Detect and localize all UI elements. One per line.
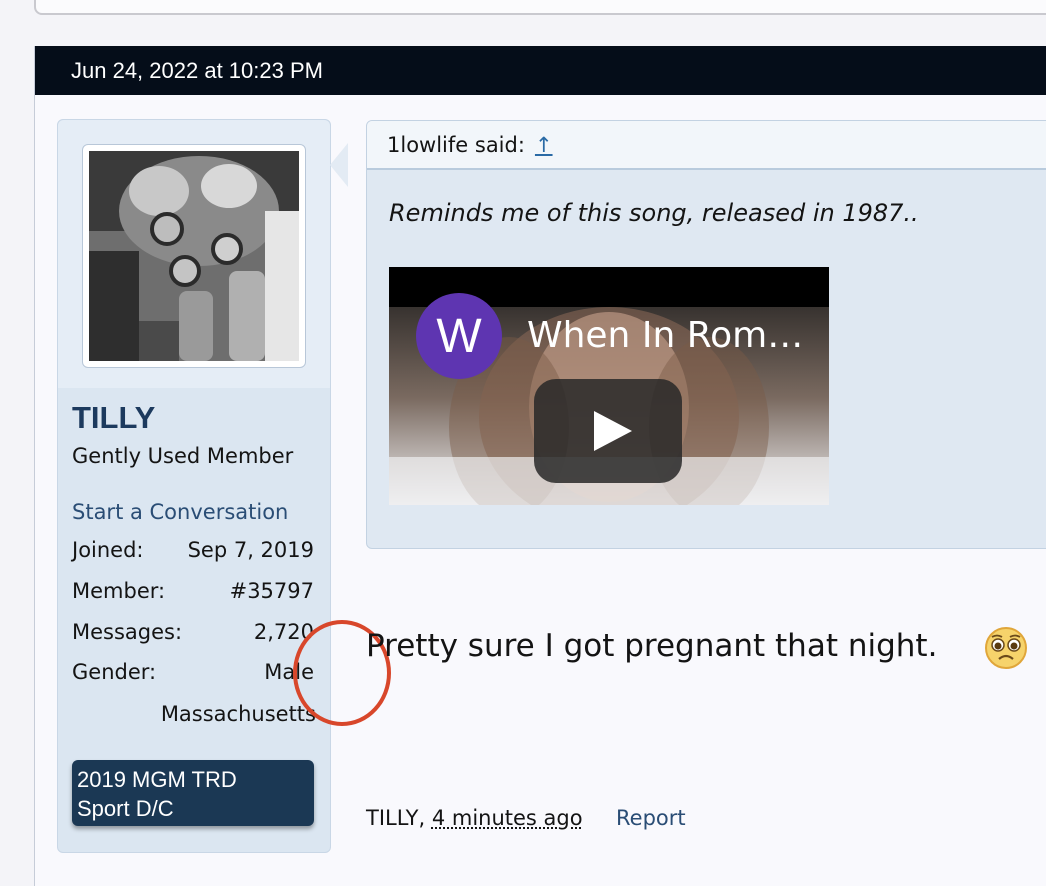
stat-value[interactable]: #35797 bbox=[230, 579, 314, 603]
user-location: Massachusetts bbox=[161, 702, 316, 726]
stat-messages: Messages: 2,720 bbox=[72, 620, 314, 644]
play-button[interactable] bbox=[534, 379, 682, 483]
stat-label: Joined: bbox=[72, 538, 144, 562]
quote-header: 1lowlife said: ↑ bbox=[367, 121, 1046, 170]
stat-value: Sep 7, 2019 bbox=[188, 538, 314, 562]
banner-line: Sport D/C bbox=[77, 794, 309, 823]
post-date-header: Jun 24, 2022 at 10:23 PM bbox=[35, 46, 1046, 95]
avatar-holder bbox=[58, 120, 330, 388]
quote-block: 1lowlife said: ↑ Reminds me of this song… bbox=[366, 120, 1046, 549]
stat-gender: Gender: Male bbox=[72, 660, 314, 684]
quote-author: 1lowlife said: bbox=[387, 133, 525, 157]
stat-label: Gender: bbox=[72, 660, 156, 684]
video-title[interactable]: When In Rom… bbox=[527, 315, 803, 356]
post-footer: TILLY, 4 minutes ago Report bbox=[366, 806, 583, 830]
post-date: Jun 24, 2022 at 10:23 PM bbox=[71, 58, 323, 84]
previous-post-box bbox=[34, 0, 1046, 15]
user-banner: 2019 MGM TRD Sport D/C bbox=[72, 760, 314, 826]
footer-author[interactable]: TILLY, bbox=[366, 806, 425, 830]
avatar-image bbox=[89, 151, 299, 361]
stat-label: Member: bbox=[72, 579, 165, 603]
banner-line: 2019 MGM TRD bbox=[77, 765, 309, 794]
stat-joined: Joined: Sep 7, 2019 bbox=[72, 538, 314, 562]
start-conversation-link[interactable]: Start a Conversation bbox=[72, 500, 288, 524]
quote-source-link-icon[interactable]: ↑ bbox=[535, 133, 553, 157]
stat-label: Messages: bbox=[72, 620, 182, 644]
post-message: Pretty sure I got pregnant that night. bbox=[366, 628, 937, 664]
post-timestamp[interactable]: 4 minutes ago bbox=[432, 806, 583, 830]
user-info-panel: TILLY Gently Used Member Start a Convers… bbox=[57, 119, 331, 853]
stat-member: Member: #35797 bbox=[72, 579, 314, 603]
user-panel-arrow bbox=[330, 143, 348, 187]
channel-avatar[interactable]: W bbox=[416, 293, 502, 379]
report-link[interactable]: Report bbox=[616, 806, 686, 830]
pleading-face-icon bbox=[984, 626, 1028, 670]
avatar[interactable] bbox=[82, 144, 306, 368]
username[interactable]: TILLY bbox=[72, 400, 155, 436]
play-icon bbox=[594, 411, 632, 451]
user-title: Gently Used Member bbox=[72, 444, 293, 468]
youtube-embed[interactable]: W When In Rom… bbox=[389, 267, 829, 505]
quote-text: Reminds me of this song, released in 198… bbox=[389, 199, 919, 227]
